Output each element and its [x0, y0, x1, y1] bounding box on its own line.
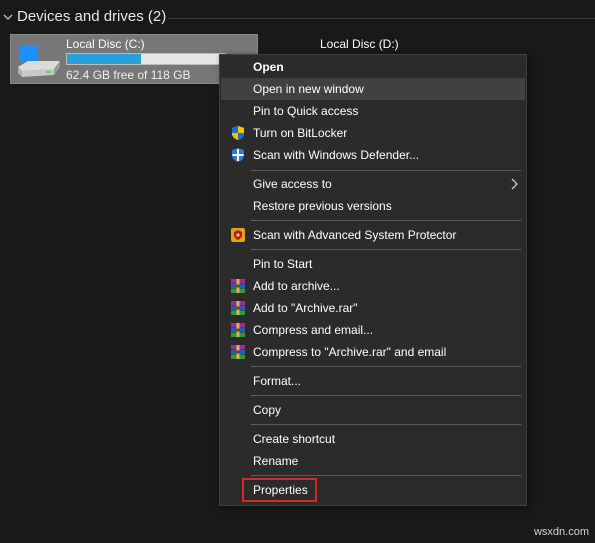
winrar-icon	[231, 345, 245, 359]
menu-separator	[251, 220, 521, 221]
menu-separator	[251, 249, 521, 250]
menu-item-label: Compress and email...	[253, 323, 374, 337]
menu-item-label: Open	[253, 60, 284, 74]
watermark: wsxdn.com	[533, 526, 589, 538]
menu-item-add-archive[interactable]: Add to archive...	[221, 275, 525, 297]
menu-item-label: Pin to Start	[253, 257, 313, 271]
chevron-down-icon[interactable]	[1, 10, 15, 24]
winrar-icon	[231, 279, 245, 293]
menu-item-label: Give access to	[253, 177, 332, 191]
menu-item-copy[interactable]: Copy	[221, 399, 525, 421]
menu-item-label: Format...	[253, 374, 302, 388]
menu-item-rename[interactable]: Rename	[221, 450, 525, 472]
menu-item-open[interactable]: Open	[221, 56, 525, 78]
hard-drive-windows-icon	[18, 45, 60, 77]
drive-c-free-space: 62.4 GB free of 118 GB	[66, 68, 191, 82]
menu-item-label: Restore previous versions	[253, 199, 392, 213]
shield-bitlocker-icon	[232, 126, 244, 140]
menu-item-bitlocker[interactable]: Turn on BitLocker	[221, 122, 525, 144]
winrar-icon	[231, 301, 245, 315]
menu-item-label: Add to "Archive.rar"	[253, 301, 358, 315]
windows-defender-icon	[232, 148, 244, 162]
menu-item-label: Scan with Advanced System Protector	[253, 228, 457, 242]
menu-separator	[251, 366, 521, 367]
menu-item-pin-start[interactable]: Pin to Start	[221, 253, 525, 275]
menu-item-open-new-window[interactable]: Open in new window	[221, 78, 525, 100]
drive-d-name: Local Disc (D:)	[320, 37, 399, 51]
menu-item-format[interactable]: Format...	[221, 370, 525, 392]
menu-item-label: Pin to Quick access	[253, 104, 359, 118]
menu-item-label: Create shortcut	[253, 432, 336, 446]
winrar-icon	[231, 323, 245, 337]
context-menu: Open Open in new window Pin to Quick acc…	[219, 54, 527, 506]
menu-item-label: Add to archive...	[253, 279, 340, 293]
menu-separator	[251, 395, 521, 396]
chevron-right-icon	[511, 178, 518, 190]
devices-section-header[interactable]: Devices and drives (2)	[0, 6, 595, 30]
menu-item-label: Copy	[253, 403, 282, 417]
menu-item-compress-rar-email[interactable]: Compress to "Archive.rar" and email	[221, 341, 525, 363]
menu-item-windows-defender[interactable]: Scan with Windows Defender...	[221, 144, 525, 166]
menu-item-add-archive-rar[interactable]: Add to "Archive.rar"	[221, 297, 525, 319]
menu-item-label: Open in new window	[253, 82, 364, 96]
drive-c-name: Local Disc (C:)	[66, 37, 145, 51]
menu-item-compress-email[interactable]: Compress and email...	[221, 319, 525, 341]
menu-item-label: Rename	[253, 454, 299, 468]
menu-item-system-protector[interactable]: Scan with Advanced System Protector	[221, 224, 525, 246]
menu-item-label: Turn on BitLocker	[253, 126, 348, 140]
menu-separator	[251, 475, 521, 476]
menu-separator	[251, 424, 521, 425]
menu-item-give-access[interactable]: Give access to	[221, 173, 525, 195]
menu-item-label: Compress to "Archive.rar" and email	[253, 345, 447, 359]
menu-item-label: Scan with Windows Defender...	[253, 148, 420, 162]
system-protector-icon	[231, 228, 245, 242]
menu-item-pin-quick-access[interactable]: Pin to Quick access	[221, 100, 525, 122]
menu-separator	[251, 170, 521, 171]
section-title: Devices and drives (2)	[17, 8, 167, 25]
properties-highlight-box	[242, 478, 317, 502]
menu-item-restore-versions[interactable]: Restore previous versions	[221, 195, 525, 217]
drive-c-usage-bar	[66, 53, 226, 65]
section-divider	[168, 18, 595, 19]
drive-c-usage-fill	[67, 54, 142, 64]
menu-item-create-shortcut[interactable]: Create shortcut	[221, 428, 525, 450]
